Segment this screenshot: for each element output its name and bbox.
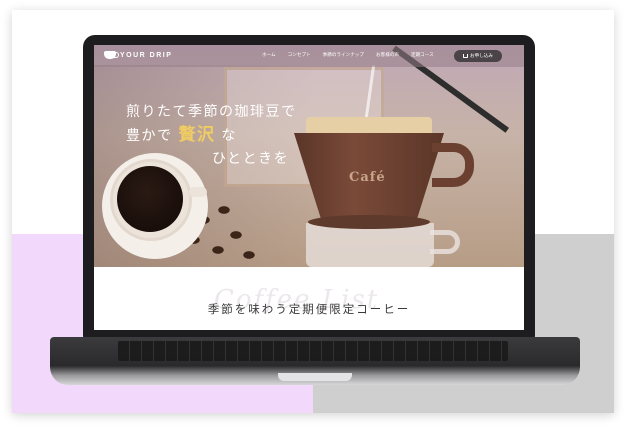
nav-link-course[interactable]: 定期コース bbox=[411, 52, 434, 58]
laptop-screen: Café YOUR DRIP ホーム コンセプト 季節のラインナップ お客様の声… bbox=[94, 45, 524, 330]
coffee-surface bbox=[117, 166, 183, 232]
nav-link-lineup[interactable]: 季節のラインナップ bbox=[323, 52, 364, 58]
section-title: 季節を味わう定期便限定コーヒー bbox=[207, 302, 411, 316]
headline-line-1: 煎りたて季節の珈琲豆で bbox=[126, 104, 297, 120]
cart-icon bbox=[463, 54, 468, 58]
headline-line-3: ひとときを bbox=[212, 151, 290, 167]
headline-highlight: 贅沢 bbox=[178, 125, 216, 145]
nav-link-home[interactable]: ホーム bbox=[262, 52, 276, 58]
hero-headline: 煎りたて季節の珈琲豆で 豊かで 贅沢 な ひとときを bbox=[126, 101, 297, 171]
nav-link-concept[interactable]: コンセプト bbox=[288, 52, 311, 58]
dripper-handle bbox=[432, 143, 474, 187]
brand-name: YOUR DRIP bbox=[120, 51, 173, 59]
apply-button-label: お申し込み bbox=[470, 54, 493, 59]
nav-link-reviews[interactable]: お客様の声 bbox=[376, 52, 399, 58]
laptop-notch bbox=[278, 373, 352, 381]
top-navbar: YOUR DRIP ホーム コンセプト 季節のラインナップ お客様の声 定期コー… bbox=[94, 45, 524, 67]
dripper-label: Café bbox=[349, 170, 386, 185]
apply-button[interactable]: お申し込み bbox=[454, 50, 502, 62]
hero-section: Café YOUR DRIP ホーム コンセプト 季節のラインナップ お客様の声… bbox=[94, 45, 524, 267]
brand-logo[interactable]: YOUR DRIP bbox=[104, 51, 172, 59]
nav-links: ホーム コンセプト 季節のラインナップ お客様の声 定期コース bbox=[262, 52, 434, 58]
coffee-server-image bbox=[306, 223, 434, 267]
cup-handle bbox=[189, 187, 207, 197]
cup-icon bbox=[104, 51, 119, 59]
laptop-keyboard bbox=[118, 341, 508, 361]
lineup-section: Coffee List 季節を味わう定期便限定コーヒー bbox=[94, 267, 524, 330]
headline-line-2: 豊かで 贅沢 な bbox=[126, 125, 237, 145]
